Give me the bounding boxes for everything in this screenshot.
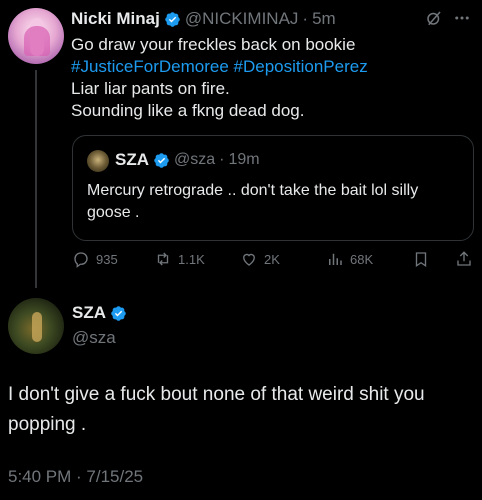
reply-timestamp[interactable]: 5:40 PM · 7/15/25 bbox=[8, 467, 143, 487]
like-button[interactable]: 2K bbox=[240, 250, 280, 268]
thread-line bbox=[35, 70, 37, 288]
like-count: 2K bbox=[264, 251, 280, 267]
nicki-avatar[interactable] bbox=[8, 8, 64, 64]
verified-badge-icon bbox=[164, 11, 181, 28]
verified-badge-icon bbox=[153, 152, 170, 169]
time-separator: · bbox=[219, 151, 225, 168]
reply-button[interactable]: 935 bbox=[72, 250, 118, 268]
quote-author-name: SZA bbox=[115, 150, 149, 169]
tweet-line-3: Liar liar pants on fire. bbox=[71, 79, 230, 98]
tweet-time[interactable]: 5m bbox=[312, 9, 336, 29]
retweet-icon bbox=[157, 252, 169, 266]
views-count: 68K bbox=[350, 251, 374, 267]
author-handle[interactable]: @NICKIMINAJ bbox=[185, 9, 299, 29]
tweet-header: Nicki Minaj @NICKIMINAJ · 5m bbox=[71, 8, 431, 30]
quote-avatar bbox=[87, 150, 109, 172]
retweet-button[interactable]: 1.1K bbox=[154, 250, 205, 268]
quoted-tweet-card[interactable]: SZA @sza · 19m Mercury retrograde .. don… bbox=[72, 135, 474, 241]
tweet-action-bar: 935 1.1K 2K 68K bbox=[72, 250, 474, 272]
quote-time: 19m bbox=[228, 151, 260, 168]
tweet-hashtags: #JusticeForDemoree #DepositionPerez bbox=[71, 56, 471, 78]
quote-author-handle: @sza bbox=[174, 151, 216, 168]
tweet-line-4: Sounding like a fkng dead dog. bbox=[71, 101, 305, 120]
reply-icon bbox=[74, 252, 88, 268]
retweet-count: 1.1K bbox=[178, 251, 205, 267]
reply-text: I don't give a fuck bout none of that we… bbox=[8, 384, 425, 435]
share-icon[interactable] bbox=[455, 250, 473, 273]
grok-icon[interactable] bbox=[425, 9, 445, 29]
tweet-line-1: Go draw your freckles back on bookie bbox=[71, 35, 356, 54]
hashtag-link[interactable]: #DepositionPerez bbox=[234, 57, 368, 76]
like-icon bbox=[243, 253, 255, 266]
reply-count: 935 bbox=[96, 251, 118, 267]
verified-badge-icon bbox=[110, 305, 127, 322]
views-button[interactable]: 68K bbox=[326, 250, 373, 268]
author-name[interactable]: Nicki Minaj bbox=[71, 9, 160, 29]
more-icon[interactable] bbox=[453, 9, 473, 29]
quote-header: SZA @sza · 19m bbox=[115, 149, 260, 171]
reply-author-name[interactable]: SZA bbox=[72, 303, 106, 323]
bookmark-icon[interactable] bbox=[412, 250, 430, 273]
sza-avatar[interactable] bbox=[8, 298, 64, 354]
tweet-body: Go draw your freckles back on bookie #Ju… bbox=[71, 34, 471, 122]
views-icon bbox=[329, 253, 342, 265]
reply-author-handle[interactable]: @sza bbox=[72, 328, 116, 348]
reply-header: SZA bbox=[72, 302, 127, 324]
hashtag-link[interactable]: #JusticeForDemoree bbox=[71, 57, 229, 76]
quote-text: Mercury retrograde .. don't take the bai… bbox=[87, 182, 419, 221]
time-separator: · bbox=[302, 9, 309, 28]
